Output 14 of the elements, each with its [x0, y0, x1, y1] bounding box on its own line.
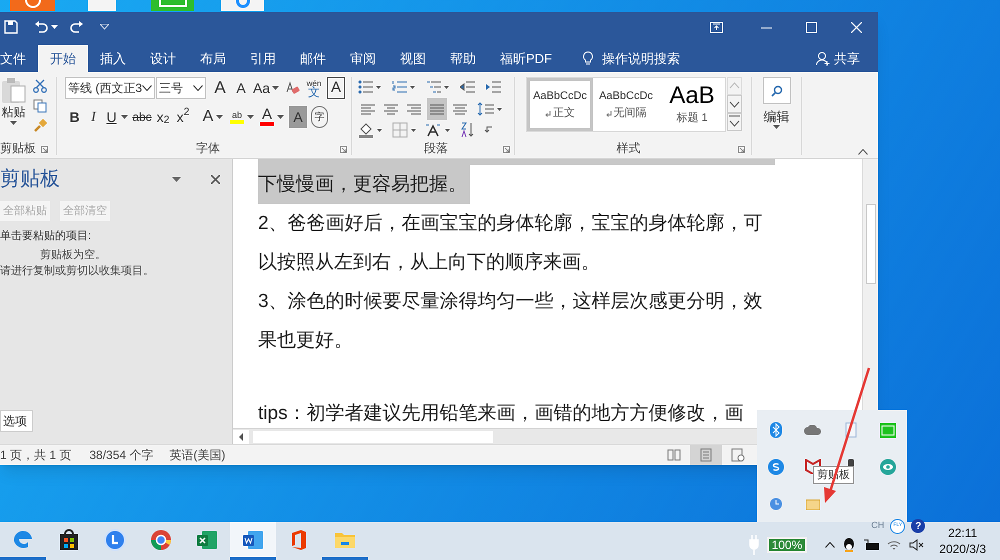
group-label: 剪贴板: [0, 141, 36, 155]
document-text: 下慢慢画，更容易把握。: [258, 165, 470, 204]
empty-message: 请进行复制或剪切以收集项目。: [0, 264, 155, 278]
document-text: 以按照从左到右，从上向下的顺序来画。: [258, 251, 600, 275]
group-label: 段落: [424, 141, 448, 155]
pane-title: 剪贴板: [0, 167, 60, 192]
group-label: 样式: [616, 141, 640, 155]
document-text: tips：初学者建议先用铅笔来画，画错的地方方便修改，画: [258, 402, 744, 426]
document-text: 3、涂色的时候要尽量涂得均匀一些，这样层次感更分明，效: [258, 290, 763, 314]
group-label: 字体: [196, 141, 220, 155]
document-text: 果也更好。: [258, 329, 353, 353]
instruction-text: 单击要粘贴的项目:: [0, 229, 92, 244]
document-text: 2、爸爸画好后，在画宝宝的身体轮廓，宝宝的身体轮廓，可: [258, 212, 763, 236]
empty-message: 剪贴板为空。: [39, 248, 107, 262]
